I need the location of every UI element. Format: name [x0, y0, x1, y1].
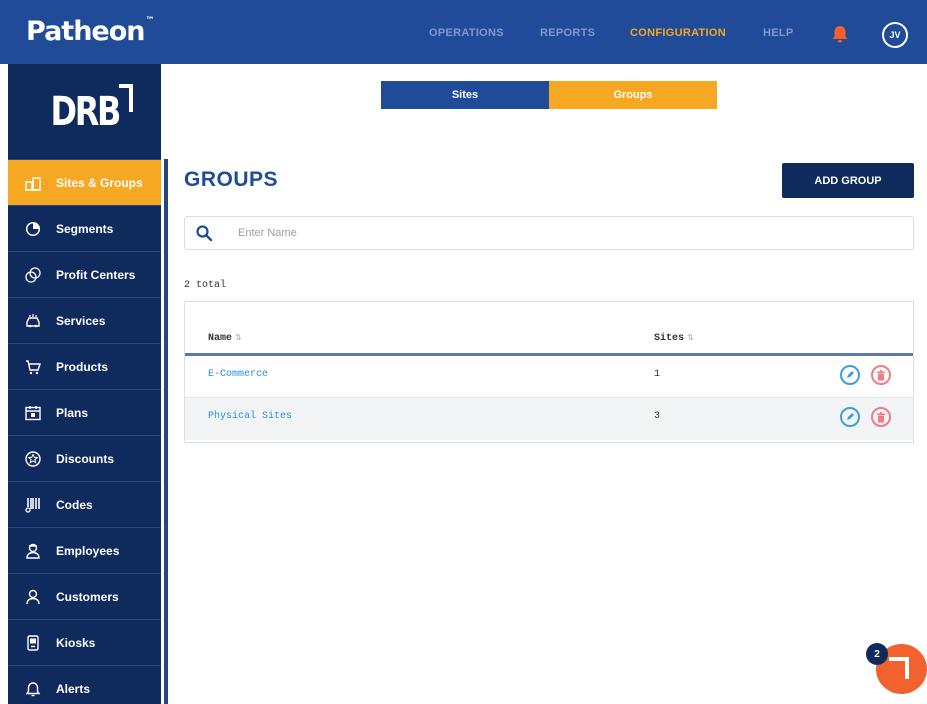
brand-logo[interactable]: Patheon™ — [26, 16, 155, 47]
sidebar-item-label: Products — [56, 359, 109, 374]
pencil-icon — [847, 371, 854, 378]
sidebar-scrollbar[interactable] — [164, 159, 168, 704]
app-root: Patheon™ OPERATIONS REPORTS CONFIGURATIO… — [0, 0, 927, 704]
sidebar-item-label: Codes — [56, 497, 93, 512]
chat-notification-badge: 2 — [866, 643, 888, 665]
groups-table: Name ⇅ Sites ⇅ E-Commerce 1 Physical Sites… — [184, 301, 914, 443]
pie-chart-icon — [24, 220, 42, 238]
nav-help[interactable]: HELP — [763, 27, 794, 39]
search-icon — [195, 224, 213, 242]
table-row: E-Commerce 1 — [185, 356, 913, 398]
search-bar — [184, 216, 914, 250]
sidebar-item-label: Services — [56, 313, 106, 328]
sidebar-item-label: Sites & Groups — [56, 175, 143, 190]
sidebar-item-sites-groups[interactable]: Sites & Groups — [8, 159, 161, 205]
nav-configuration[interactable]: CONFIGURATION — [630, 27, 726, 39]
drb-logo-text: DRB — [50, 88, 121, 135]
calendar-icon — [24, 404, 42, 422]
nav-operations[interactable]: OPERATIONS — [429, 27, 504, 39]
drb-logo-bracket — [119, 84, 133, 112]
column-header-name-label: Name — [208, 333, 233, 344]
chat-icon — [889, 657, 909, 679]
pencil-icon — [847, 413, 854, 420]
trash-icon — [877, 411, 885, 422]
sidebar-item-label: Employees — [56, 543, 120, 558]
alert-icon — [24, 680, 42, 698]
sidebar-item-label: Customers — [56, 589, 119, 604]
sidebar-item-label: Profit Centers — [56, 267, 136, 282]
add-group-button[interactable]: ADD GROUP — [782, 163, 914, 198]
sidebar-item-customers[interactable]: Customers — [8, 573, 161, 619]
group-sites-count: 1 — [654, 369, 661, 380]
drb-logo: DRB — [8, 64, 161, 159]
barcode-icon — [24, 496, 42, 514]
sort-icon: ⇅ — [235, 334, 242, 343]
car-wash-icon — [24, 312, 42, 330]
tab-sites[interactable]: Sites — [381, 81, 549, 109]
sidebar-item-alerts[interactable]: Alerts — [8, 665, 161, 704]
sidebar-item-plans[interactable]: Plans — [8, 389, 161, 435]
sidebar-item-products[interactable]: Products — [8, 343, 161, 389]
column-header-sites-label: Sites — [654, 333, 685, 344]
sidebar-item-services[interactable]: Services — [8, 297, 161, 343]
column-header-name[interactable]: Name ⇅ — [208, 333, 242, 344]
kiosk-icon — [24, 634, 42, 652]
group-sites-count: 3 — [654, 411, 661, 422]
sort-icon: ⇅ — [687, 334, 694, 343]
group-name-link[interactable]: E-Commerce — [208, 369, 268, 380]
group-name-link[interactable]: Physical Sites — [208, 411, 292, 422]
customer-icon — [24, 588, 42, 606]
nav-reports[interactable]: REPORTS — [540, 27, 595, 39]
cart-icon — [24, 358, 42, 376]
sites-groups-toggle: Sites Groups — [381, 81, 717, 109]
sidebar-item-label: Segments — [56, 221, 114, 236]
delete-button[interactable] — [871, 365, 891, 385]
sidebar-item-discounts[interactable]: Discounts — [8, 435, 161, 481]
employee-icon — [24, 542, 42, 560]
tab-groups[interactable]: Groups — [549, 81, 717, 109]
sidebar-item-codes[interactable]: Codes — [8, 481, 161, 527]
sidebar-item-label: Alerts — [56, 681, 91, 696]
search-input[interactable] — [238, 227, 838, 239]
trash-icon — [877, 369, 885, 380]
sidebar-item-label: Kiosks — [56, 635, 96, 650]
delete-button[interactable] — [871, 407, 891, 427]
top-bar: Patheon™ OPERATIONS REPORTS CONFIGURATIO… — [0, 0, 927, 64]
brand-trademark: ™ — [145, 16, 155, 26]
user-avatar[interactable]: JV — [882, 22, 908, 48]
star-badge-icon — [24, 450, 42, 468]
table-header: Name ⇅ Sites ⇅ — [185, 302, 913, 356]
sidebar-item-employees[interactable]: Employees — [8, 527, 161, 573]
coins-icon — [24, 266, 42, 284]
edit-button[interactable] — [840, 365, 860, 385]
sidebar-item-profit-centers[interactable]: Profit Centers — [8, 251, 161, 297]
sidebar-item-label: Discounts — [56, 451, 115, 466]
page-title: GROUPS — [184, 168, 279, 191]
sidebar-item-label: Plans — [56, 405, 89, 420]
edit-button[interactable] — [840, 407, 860, 427]
brand-name: Patheon — [26, 16, 145, 47]
total-count: 2 total — [184, 280, 227, 291]
column-header-sites[interactable]: Sites ⇅ — [654, 333, 694, 344]
notification-bell-icon[interactable] — [829, 23, 851, 45]
sidebar-item-kiosks[interactable]: Kiosks — [8, 619, 161, 665]
building-icon — [24, 174, 42, 192]
sidebar-item-segments[interactable]: Segments — [8, 205, 161, 251]
sidebar: DRB Sites & Groups Segments Profit Cente… — [8, 64, 168, 704]
table-row: Physical Sites 3 — [185, 398, 913, 440]
